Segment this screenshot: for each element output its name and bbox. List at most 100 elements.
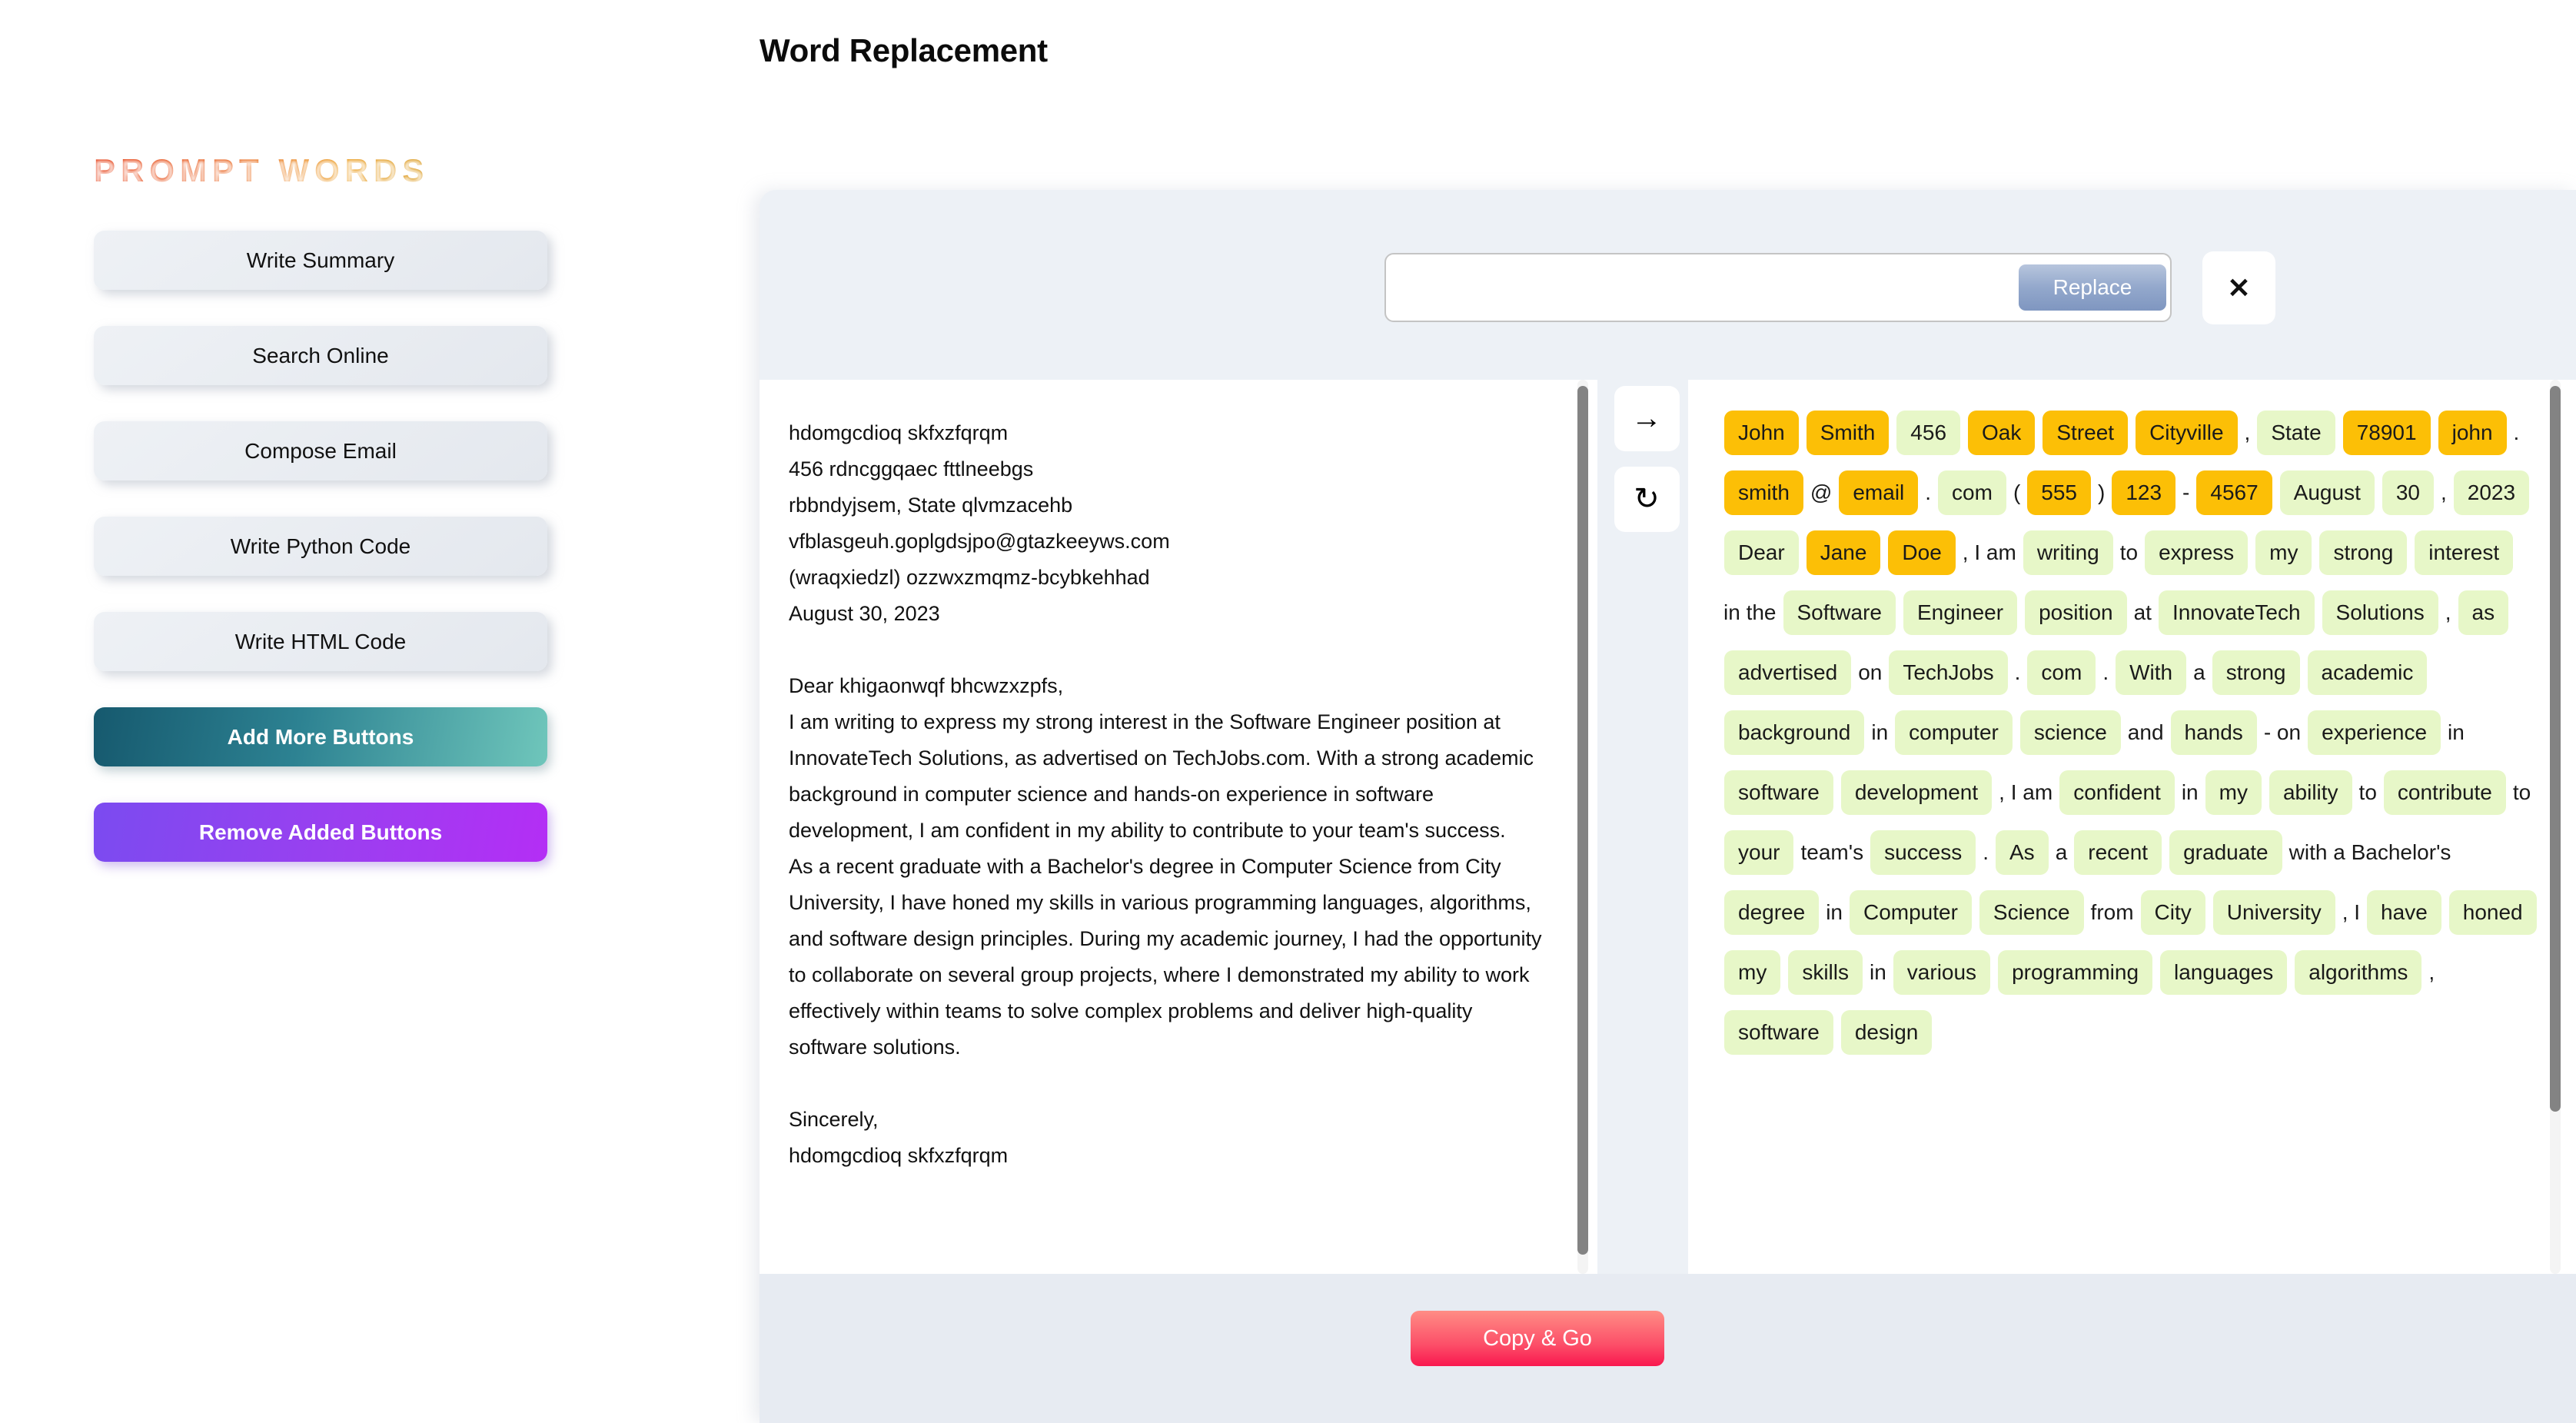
token-chip[interactable]: 4567 xyxy=(2196,470,2272,515)
token-chip[interactable]: TechJobs xyxy=(1889,650,2008,695)
copy-and-go-button[interactable]: Copy & Go xyxy=(1411,1311,1664,1366)
token-chip[interactable]: com xyxy=(2027,650,2096,695)
token-chip[interactable]: Street xyxy=(2043,411,2129,455)
token-chip[interactable]: August xyxy=(2279,470,2375,515)
token-chip[interactable]: ability xyxy=(2269,770,2352,815)
token-chip[interactable]: As xyxy=(1996,830,2049,875)
token-plain: in xyxy=(1870,960,1886,984)
token-chip[interactable]: 30 xyxy=(2382,470,2434,515)
letter-scrollbar-thumb[interactable] xyxy=(1577,386,1588,1255)
token-chip[interactable]: express xyxy=(2145,530,2249,575)
remove-added-buttons-button[interactable]: Remove Added Buttons xyxy=(94,803,547,862)
token-chip[interactable]: programming xyxy=(1998,950,2153,995)
token-chip[interactable]: Engineer xyxy=(1903,590,2018,635)
token-chip[interactable]: Cityville xyxy=(2136,411,2238,455)
letter-text: hdomgcdioq skfxzfqrqm 456 rdncggqaec ftt… xyxy=(789,421,1542,1167)
token-chip[interactable]: smith xyxy=(1724,470,1803,515)
token-plain: to xyxy=(2512,780,2531,804)
token-chip[interactable]: graduate xyxy=(2169,830,2282,875)
token-chip[interactable]: software xyxy=(1724,770,1833,815)
token-chip[interactable]: 78901 xyxy=(2342,411,2431,455)
token-chip[interactable]: as xyxy=(2458,590,2509,635)
token-chip[interactable]: InnovateTech xyxy=(2158,590,2315,635)
token-chip[interactable]: recent xyxy=(2074,830,2162,875)
prompt-button-write-summary[interactable]: Write Summary xyxy=(94,231,547,290)
token-chip[interactable]: various xyxy=(1893,950,1991,995)
token-chip[interactable]: strong xyxy=(2319,530,2408,575)
token-chip[interactable]: 123 xyxy=(2112,470,2176,515)
token-chip[interactable]: State xyxy=(2257,411,2335,455)
token-chip[interactable]: City xyxy=(2140,890,2205,935)
token-chip[interactable]: skills xyxy=(1788,950,1863,995)
token-chip[interactable]: Jane xyxy=(1806,530,1881,575)
token-plain: and xyxy=(2127,720,2164,744)
token-chip[interactable]: background xyxy=(1724,710,1865,755)
token-chip[interactable]: Smith xyxy=(1806,411,1890,455)
token-plain: to xyxy=(2358,780,2377,804)
token-chip[interactable]: 555 xyxy=(2027,470,2091,515)
token-chip[interactable]: success xyxy=(1870,830,1976,875)
token-chip[interactable]: Doe xyxy=(1888,530,1956,575)
prompt-button-write-html-code[interactable]: Write HTML Code xyxy=(94,612,547,671)
add-more-buttons-button[interactable]: Add More Buttons xyxy=(94,707,547,766)
token-chip[interactable]: science xyxy=(2019,710,2121,755)
token-chip[interactable]: john xyxy=(2438,411,2507,455)
token-chip[interactable]: With xyxy=(2116,650,2187,695)
token-chip[interactable]: languages xyxy=(2160,950,2288,995)
prompt-button-write-python-code[interactable]: Write Python Code xyxy=(94,517,547,576)
token-chip[interactable]: design xyxy=(1840,1010,1933,1055)
token-chip[interactable]: position xyxy=(2025,590,2127,635)
token-chip[interactable]: 2023 xyxy=(2453,470,2530,515)
token-plain: , I am xyxy=(1962,540,2016,564)
panel-footer: Copy & Go xyxy=(760,1274,2576,1423)
token-chip[interactable]: writing xyxy=(2023,530,2113,575)
token-chip[interactable]: advertised xyxy=(1724,650,1852,695)
token-chip[interactable]: Dear xyxy=(1724,530,1799,575)
token-plain: , I xyxy=(2342,900,2361,924)
token-chip[interactable]: Science xyxy=(1979,890,2084,935)
arrow-right-icon[interactable]: → xyxy=(1614,386,1680,451)
prompt-button-search-online[interactable]: Search Online xyxy=(94,326,547,385)
token-chip[interactable]: degree xyxy=(1724,890,1820,935)
replacement-input[interactable] xyxy=(1386,254,2007,321)
token-plain: ) xyxy=(2098,480,2106,504)
refresh-icon[interactable]: ↻ xyxy=(1614,467,1680,532)
token-chip[interactable]: computer xyxy=(1895,710,2013,755)
token-chip[interactable]: your xyxy=(1724,830,1794,875)
token-chip[interactable]: honed xyxy=(2448,890,2537,935)
token-chip[interactable]: have xyxy=(2367,890,2441,935)
close-icon[interactable]: ✕ xyxy=(2202,251,2275,324)
token-chip[interactable]: Solutions xyxy=(2322,590,2438,635)
sidebar-heading: PROMPT WORDS xyxy=(94,152,430,188)
token-chip[interactable]: 456 xyxy=(1896,411,1961,455)
token-chip[interactable]: confident xyxy=(2059,770,2175,815)
token-chip[interactable]: academic xyxy=(2307,650,2428,695)
token-chip[interactable]: Oak xyxy=(1968,411,2036,455)
token-chip[interactable]: contribute xyxy=(2383,770,2506,815)
token-chip[interactable]: strong xyxy=(2212,650,2300,695)
token-chip[interactable]: algorithms xyxy=(2295,950,2422,995)
page-title: Word Replacement xyxy=(760,32,1048,68)
token-chip[interactable]: my xyxy=(1724,950,1781,995)
prompt-button-compose-email[interactable]: Compose Email xyxy=(94,421,547,480)
token-plain: in xyxy=(1826,900,1843,924)
replace-button[interactable]: Replace xyxy=(2019,264,2166,311)
token-chip[interactable]: Software xyxy=(1783,590,1896,635)
token-chip[interactable]: Computer xyxy=(1849,890,1972,935)
token-plain: , I am xyxy=(1999,780,2053,804)
token-chip[interactable]: University xyxy=(2212,890,2335,935)
token-chip[interactable]: my xyxy=(2205,770,2262,815)
token-plain: in xyxy=(2448,720,2465,744)
token-chip[interactable]: my xyxy=(2255,530,2312,575)
token-chip[interactable]: software xyxy=(1724,1010,1833,1055)
token-plain: at xyxy=(2133,600,2152,624)
chips-scrollbar-thumb[interactable] xyxy=(2550,386,2561,1112)
token-chip[interactable]: development xyxy=(1840,770,1993,815)
token-chip[interactable]: interest xyxy=(2415,530,2514,575)
token-chip[interactable]: John xyxy=(1724,411,1799,455)
token-chip[interactable]: hands xyxy=(2170,710,2257,755)
token-chip[interactable]: com xyxy=(1938,470,2006,515)
token-chip[interactable]: email xyxy=(1839,470,1919,515)
token-chip[interactable]: experience xyxy=(2308,710,2441,755)
letter-text-panel[interactable]: hdomgcdioq skfxzfqrqm 456 rdncggqaec ftt… xyxy=(760,380,1597,1274)
